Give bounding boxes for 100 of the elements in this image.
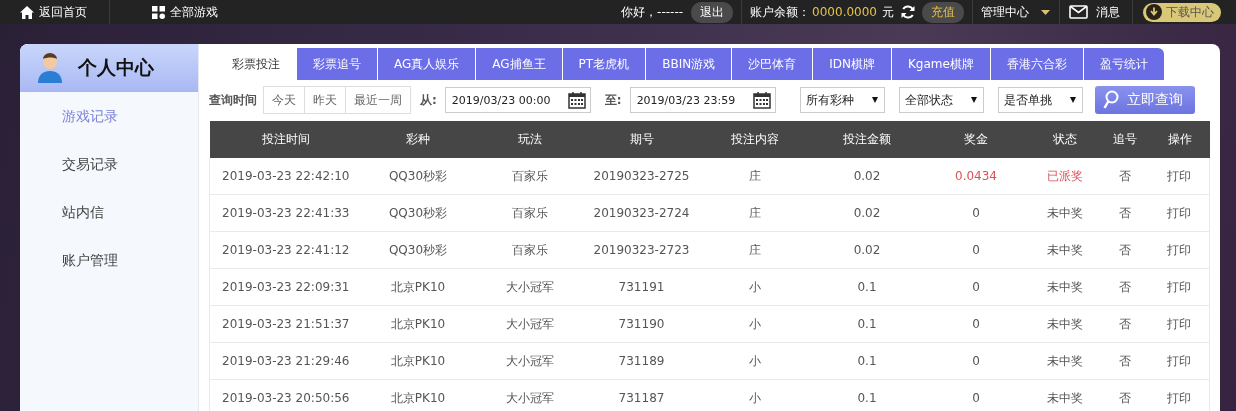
table-cell: QQ30秒彩 — [361, 231, 475, 269]
table-cell: 731191 — [585, 268, 698, 306]
table-cell: 庄 — [697, 158, 812, 195]
table-cell: 2019-03-23 22:09:31 — [209, 268, 362, 306]
sidebar-item[interactable]: 账户管理 — [62, 252, 118, 268]
table-cell: 大小冠军 — [474, 379, 586, 411]
column-header: 投注内容 — [697, 121, 812, 158]
download-center-button[interactable]: 下载中心 — [1143, 2, 1221, 22]
column-header: 操作 — [1149, 121, 1210, 158]
table-cell[interactable]: 打印 — [1149, 305, 1210, 343]
greeting-text: 你好，------ — [621, 3, 684, 21]
table-cell: 0 — [922, 268, 1030, 306]
mail-icon — [1069, 5, 1088, 19]
column-header: 追号 — [1099, 121, 1150, 158]
table-cell: 0.1 — [811, 379, 923, 411]
table-cell: 否 — [1099, 194, 1150, 232]
table-cell: 庄 — [697, 194, 812, 232]
table-cell: 北京PK10 — [361, 379, 475, 411]
category-tab[interactable]: IDN棋牌 — [813, 48, 892, 80]
table-cell: QQ30秒彩 — [361, 194, 475, 232]
table-cell: 大小冠军 — [474, 268, 586, 306]
table-cell: 0.02 — [811, 231, 923, 269]
table-cell: 北京PK10 — [361, 268, 475, 306]
table-cell: 未中奖 — [1029, 379, 1100, 411]
user-avatar-icon — [36, 53, 64, 83]
from-label: 从: — [420, 91, 437, 109]
table-cell: 2019-03-23 22:41:33 — [209, 194, 362, 232]
category-tab[interactable]: Kgame棋牌 — [891, 48, 991, 80]
table-cell: 2019-03-23 22:41:12 — [209, 231, 362, 269]
sidebar-item[interactable]: 交易记录 — [62, 156, 118, 172]
balance-amount: 0000.0000 — [812, 5, 877, 19]
table-cell: 2019-03-23 21:51:37 — [209, 305, 362, 343]
messages-link[interactable]: 消息 — [1069, 3, 1120, 21]
table-cell: 否 — [1099, 379, 1150, 411]
home-link[interactable]: 返回首页 — [20, 3, 87, 21]
table-cell: 0.1 — [811, 305, 923, 343]
table-cell: 北京PK10 — [361, 305, 475, 343]
category-tab[interactable]: AG真人娱乐 — [378, 48, 477, 80]
table-cell: 2019-03-23 22:42:10 — [209, 158, 362, 195]
home-icon — [20, 5, 34, 19]
table-cell: 大小冠军 — [474, 305, 586, 343]
column-header: 期号 — [585, 121, 698, 158]
calendar-icon[interactable] — [567, 91, 586, 109]
table-cell: 北京PK10 — [361, 342, 475, 380]
sidebar-item[interactable]: 游戏记录 — [62, 108, 118, 124]
filter-dropdown[interactable]: 全部状态 — [898, 87, 984, 113]
category-tab[interactable]: 彩票追号 — [297, 48, 378, 80]
table-cell: 未中奖 — [1029, 268, 1100, 306]
query-time-label: 查询时间 — [209, 91, 257, 109]
sidebar-item[interactable]: 站内信 — [62, 204, 104, 220]
table-cell: 2019-03-23 21:29:46 — [209, 342, 362, 380]
category-tab[interactable]: AG捕鱼王 — [476, 48, 563, 80]
filter-dropdown[interactable]: 是否单挑 — [997, 87, 1083, 113]
start-date-field[interactable]: 2019/03/23 00:00 — [444, 87, 591, 113]
column-header: 投注金额 — [811, 121, 923, 158]
table-cell: 已派奖 — [1029, 158, 1100, 195]
manage-menu[interactable]: 管理中心 — [981, 3, 1050, 21]
table-cell: 731187 — [585, 379, 698, 411]
category-tab[interactable]: 香港六合彩 — [990, 48, 1084, 80]
column-header: 彩种 — [361, 121, 475, 158]
logout-button[interactable]: 退出 — [691, 1, 734, 23]
end-date-field[interactable]: 2019/03/23 23:59 — [629, 87, 776, 113]
refresh-icon[interactable] — [900, 4, 916, 20]
table-cell: 0 — [922, 305, 1030, 343]
table-cell[interactable]: 打印 — [1149, 158, 1210, 195]
table-cell: 731189 — [585, 342, 698, 380]
table-cell[interactable]: 打印 — [1149, 379, 1210, 411]
table-cell: 百家乐 — [474, 194, 586, 232]
table-cell: 未中奖 — [1029, 342, 1100, 380]
table-cell[interactable]: 打印 — [1149, 342, 1210, 380]
table-cell: 大小冠军 — [474, 342, 586, 380]
table-cell: 0 — [922, 194, 1030, 232]
table-cell: 否 — [1099, 231, 1150, 269]
download-icon — [1146, 4, 1162, 20]
table-cell: 0.1 — [811, 268, 923, 306]
table-cell[interactable]: 打印 — [1149, 231, 1210, 269]
filter-dropdown[interactable]: 所有彩种 — [799, 87, 885, 113]
recharge-button[interactable]: 充值 — [922, 1, 964, 23]
table-cell: 庄 — [697, 231, 812, 269]
table-cell: QQ30秒彩 — [361, 158, 475, 195]
currency-text: 元 — [882, 3, 894, 21]
table-cell: 小 — [697, 268, 812, 306]
table-cell: 百家乐 — [474, 158, 586, 195]
table-cell: 0.02 — [811, 194, 923, 232]
table-cell: 小 — [697, 379, 812, 411]
all-games-link[interactable]: 全部游戏 — [152, 3, 218, 21]
category-tab[interactable]: PT老虎机 — [562, 48, 647, 80]
category-tab[interactable]: 盈亏统计 — [1083, 48, 1164, 80]
table-cell: 0.02 — [811, 158, 923, 195]
search-icon — [1102, 90, 1119, 110]
table-cell: 0 — [922, 231, 1030, 269]
category-tab[interactable]: BBIN游戏 — [646, 48, 733, 80]
table-cell[interactable]: 打印 — [1149, 194, 1210, 232]
table-cell[interactable]: 打印 — [1149, 268, 1210, 306]
table-cell: 未中奖 — [1029, 305, 1100, 343]
grid-icon — [152, 5, 165, 19]
category-tab[interactable]: 沙巴体育 — [732, 48, 814, 80]
table-cell: 小 — [697, 305, 812, 343]
calendar-icon[interactable] — [752, 91, 771, 109]
column-header: 玩法 — [474, 121, 586, 158]
